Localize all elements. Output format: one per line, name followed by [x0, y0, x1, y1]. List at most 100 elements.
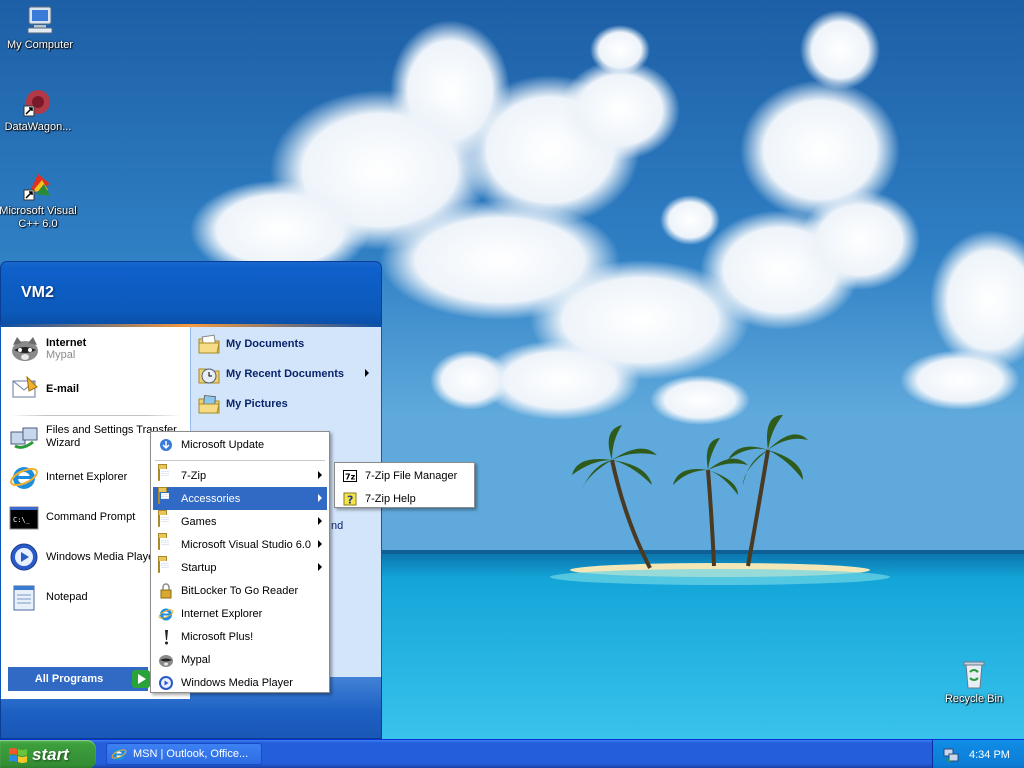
clock[interactable]: 4:34 PM	[969, 749, 1010, 761]
programs-item-label: Startup	[181, 561, 217, 574]
zip-item-label: 7-Zip File Manager	[365, 469, 458, 482]
programs-menu: Microsoft Update 7-Zip Accessories Games…	[150, 431, 330, 693]
green-arrow-icon	[132, 670, 150, 688]
internet-explorer-icon	[158, 606, 174, 622]
programs-item-label: Microsoft Visual Studio 6.0	[181, 538, 312, 551]
folder-icon	[158, 489, 174, 507]
help-icon: ?	[342, 491, 358, 507]
place-my-recent-documents[interactable]: My Recent Documents	[197, 361, 375, 387]
programs-item-bitlocker[interactable]: BitLocker To Go Reader	[153, 579, 327, 602]
transfer-wizard-icon	[9, 422, 39, 452]
programs-item-mypal[interactable]: Mypal	[153, 648, 327, 671]
visual-cpp-icon	[22, 170, 54, 202]
media-player-icon	[158, 675, 174, 691]
place-my-pictures[interactable]: My Pictures	[197, 391, 375, 417]
programs-item-microsoft-update[interactable]: Microsoft Update	[153, 433, 327, 456]
pinned-title: E-mail	[46, 383, 80, 395]
all-programs-button[interactable]: All Programs	[8, 667, 150, 691]
submenu-arrow-icon	[318, 471, 322, 479]
programs-item-label: Microsoft Plus!	[181, 630, 254, 643]
email-icon	[9, 373, 41, 405]
place-label: My Documents	[226, 338, 305, 350]
taskbar-window-label: MSN | Outlook, Office...	[133, 748, 249, 760]
folder-icon	[158, 535, 174, 553]
place-label: My Pictures	[226, 398, 288, 410]
datawagon-icon	[22, 86, 54, 118]
desktop-icon-label: Microsoft Visual C++ 6.0	[0, 205, 77, 230]
command-prompt-icon: C:\_	[9, 502, 39, 532]
recent-label: Notepad	[46, 591, 88, 603]
svg-text:7z: 7z	[345, 472, 356, 481]
taskbar: start MSN | Outlook, Office... 4:34 PM	[0, 739, 1024, 768]
network-icon[interactable]	[943, 747, 959, 763]
programs-item-label: Microsoft Update	[181, 438, 265, 451]
desktop-icon-my-computer[interactable]: My Computer	[0, 4, 80, 52]
pinned-title: Internet	[46, 337, 87, 349]
my-computer-icon	[24, 4, 56, 36]
programs-item-accessories[interactable]: Accessories	[153, 487, 327, 510]
recent-documents-icon	[197, 362, 221, 386]
start-menu-header: VM2	[0, 261, 382, 325]
media-player-icon	[9, 542, 39, 572]
internet-explorer-icon	[9, 462, 39, 492]
submenu-arrow-icon	[318, 540, 322, 548]
zip-item-help[interactable]: ? 7-Zip Help	[337, 487, 472, 510]
desktop-icon-label: My Computer	[6, 39, 74, 51]
programs-item-label: Accessories	[181, 492, 241, 505]
zip-item-file-manager[interactable]: 7z 7-Zip File Manager	[337, 464, 472, 487]
zip-item-label: 7-Zip Help	[365, 492, 416, 505]
programs-item-startup[interactable]: Startup	[153, 556, 327, 579]
pinned-internet[interactable]: Internet Mypal	[9, 331, 189, 367]
programs-item-label: Mypal	[181, 653, 211, 666]
mypal-raccoon-icon	[9, 333, 41, 365]
programs-item-label: Windows Media Player	[181, 676, 293, 689]
user-name: VM2	[21, 284, 54, 301]
desktop-icon-datawagon[interactable]: DataWagon...	[0, 86, 78, 134]
svg-text:C:\_: C:\_	[13, 516, 31, 524]
folder-icon	[158, 466, 174, 484]
recycle-bin-icon	[958, 658, 990, 690]
submenu-arrow-icon	[318, 494, 322, 502]
desktop-icon-label: DataWagon...	[4, 121, 72, 133]
mypal-raccoon-icon	[158, 652, 174, 668]
pictures-folder-icon	[197, 392, 221, 416]
place-label: My Recent Documents	[226, 368, 344, 380]
programs-item-label: BitLocker To Go Reader	[181, 584, 299, 597]
seven-zip-icon: 7z	[342, 468, 358, 484]
windows-flag-icon	[8, 746, 28, 763]
programs-item-label: Games	[181, 515, 217, 528]
internet-explorer-icon	[111, 746, 127, 762]
folder-icon	[158, 558, 174, 576]
menu-separator	[11, 415, 181, 416]
programs-item-label: Internet Explorer	[181, 607, 263, 620]
microsoft-plus-icon	[158, 629, 174, 645]
desktop-icon-visual-cpp[interactable]: Microsoft Visual C++ 6.0	[0, 170, 78, 231]
programs-item-internet-explorer[interactable]: Internet Explorer	[153, 602, 327, 625]
start-button[interactable]: start	[0, 740, 96, 768]
submenu-arrow-icon	[365, 369, 369, 377]
svg-text:?: ?	[347, 493, 353, 506]
programs-item-microsoft-plus[interactable]: Microsoft Plus!	[153, 625, 327, 648]
programs-item-label: 7-Zip	[181, 469, 207, 482]
taskbar-window-msn[interactable]: MSN | Outlook, Office...	[106, 743, 262, 765]
recent-label: Command Prompt	[46, 511, 136, 523]
system-tray: 4:34 PM	[932, 740, 1024, 768]
start-label: start	[32, 744, 69, 764]
pinned-email[interactable]: E-mail	[9, 371, 189, 407]
desktop-icon-recycle-bin[interactable]: Recycle Bin	[934, 658, 1014, 706]
microsoft-update-icon	[158, 437, 174, 453]
programs-item-media-player[interactable]: Windows Media Player	[153, 671, 327, 694]
folder-icon	[158, 512, 174, 530]
submenu-arrow-icon	[318, 563, 322, 571]
programs-item-visual-studio[interactable]: Microsoft Visual Studio 6.0	[153, 533, 327, 556]
programs-item-7zip[interactable]: 7-Zip	[153, 464, 327, 487]
recent-label: Windows Media Player	[46, 551, 158, 563]
notepad-icon	[9, 582, 39, 612]
submenu-arrow-icon	[318, 517, 322, 525]
place-my-documents[interactable]: My Documents	[197, 331, 375, 357]
programs-item-games[interactable]: Games	[153, 510, 327, 533]
desktop-icon-label: Recycle Bin	[944, 693, 1004, 705]
recent-label: Internet Explorer	[46, 471, 128, 483]
partially-hidden-item: nd	[331, 520, 344, 532]
documents-folder-icon	[197, 332, 221, 356]
